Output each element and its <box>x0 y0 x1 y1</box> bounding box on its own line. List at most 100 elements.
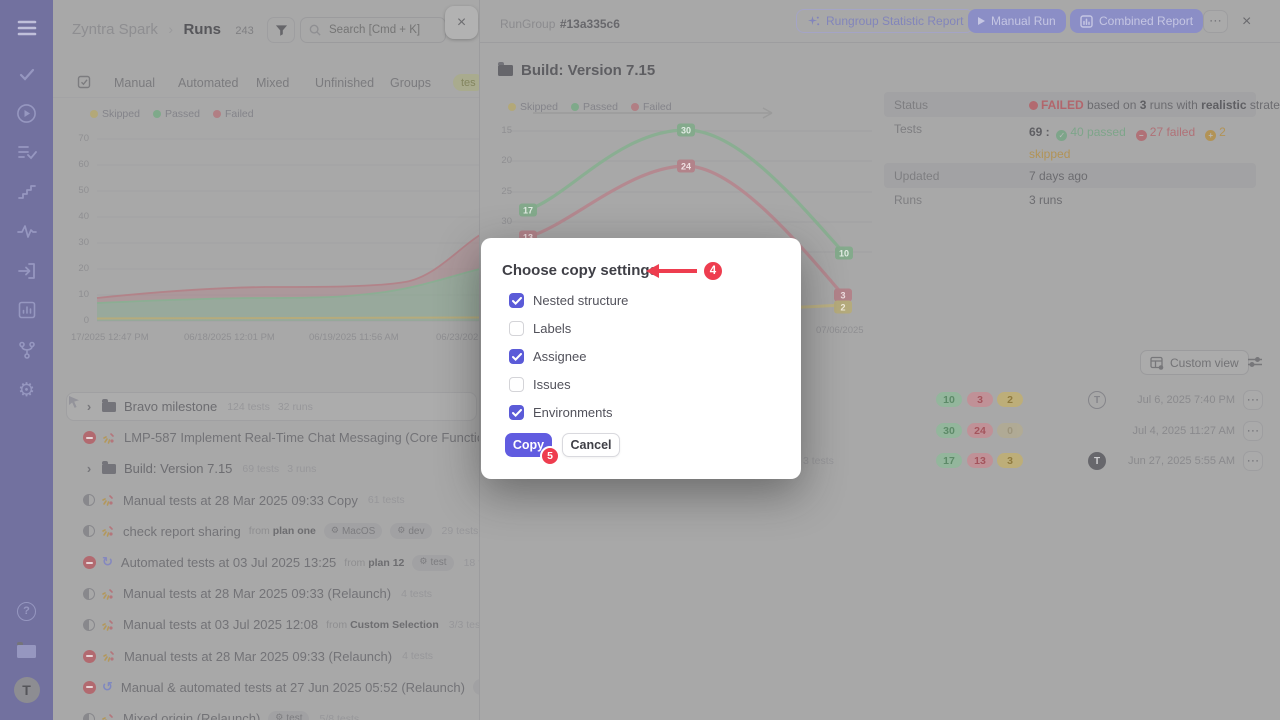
failed-pill: 24 <box>967 423 993 438</box>
summary-tests-row: Tests 69 : ✓40 passed −27 failed +2 skip… <box>884 122 1256 165</box>
breadcrumb-project[interactable]: Zyntra Spark <box>72 21 158 38</box>
run-title[interactable]: Bravo milestone <box>124 399 217 414</box>
tag-chip[interactable]: ⚙dev <box>390 523 431 539</box>
tab-manual[interactable]: Manual <box>114 76 155 90</box>
report-chart-icon[interactable] <box>0 297 53 323</box>
search-icon <box>309 24 321 36</box>
list-item[interactable]: check report sharingfrom plan one⚙MacOS⚙… <box>53 516 480 547</box>
list-item[interactable]: ↺Manual & automated tests at 27 Jun 2025… <box>53 672 480 703</box>
modal-title: Choose copy settings <box>502 262 658 279</box>
list-item[interactable]: Manual tests at 28 Mar 2025 09:33 (Relau… <box>53 641 480 672</box>
list-item[interactable]: ↻Automated tests at 03 Jul 2025 13:25fro… <box>53 547 480 578</box>
menu-icon[interactable] <box>0 15 53 41</box>
tag-chip[interactable]: ⚙MacOS <box>324 523 382 539</box>
gear-icon[interactable]: ⚙ <box>0 377 53 403</box>
run-title[interactable]: LMP-587 Implement Real-Time Chat Messagi… <box>124 430 480 445</box>
status-partial-icon <box>83 494 95 506</box>
chevron-right-icon[interactable]: › <box>82 461 96 476</box>
steps-icon[interactable] <box>0 179 53 205</box>
run-meta: 3 runs <box>287 463 316 475</box>
run-title[interactable]: Manual tests at 03 Jul 2025 12:08 <box>123 617 318 632</box>
run-title[interactable]: Automated tests at 03 Jul 2025 13:25 <box>121 555 336 570</box>
run-title[interactable]: Manual tests at 28 Mar 2025 09:33 Copy <box>123 493 358 508</box>
search-input-wrap <box>300 17 446 43</box>
passed-pill: 17 <box>936 453 962 468</box>
more-button[interactable]: ⋯ <box>1203 10 1228 33</box>
status-failed-icon <box>83 556 96 569</box>
help-icon[interactable]: ? <box>0 598 53 624</box>
run-meta: 32 runs <box>278 401 313 413</box>
checkbox-label[interactable]: Environments <box>533 405 612 420</box>
list-check-icon[interactable] <box>0 140 53 166</box>
sign-in-icon[interactable] <box>0 258 53 284</box>
tag-chip[interactable]: ⚙test <box>268 711 309 720</box>
sparkle-icon <box>807 15 820 28</box>
tag-chip[interactable]: ⚙test <box>412 555 453 571</box>
row-more-button[interactable]: ⋯ <box>1243 451 1263 471</box>
run-title[interactable]: Manual & automated tests at 27 Jun 2025 … <box>121 680 465 695</box>
xtick: 07/06/2025 <box>816 325 886 336</box>
row-more-button[interactable]: ⋯ <box>1243 421 1263 441</box>
runs-play-icon[interactable] <box>0 100 53 126</box>
ytick: 10 <box>53 289 89 300</box>
status-failed-icon <box>83 681 96 694</box>
folder-icon <box>102 464 116 474</box>
tab-unfinished[interactable]: Unfinished <box>315 76 374 90</box>
branch-icon[interactable] <box>0 337 53 363</box>
checkbox-label[interactable]: Assignee <box>533 349 586 364</box>
app-logo[interactable]: T <box>0 677 53 703</box>
projects-folder-icon[interactable] <box>0 638 53 664</box>
tab-mixed[interactable]: Mixed <box>256 76 289 90</box>
list-item[interactable]: ›Bravo milestone124 tests32 runs <box>53 391 480 422</box>
list-item[interactable]: ›Build: Version 7.1569 tests3 runs <box>53 453 480 484</box>
checkbox-checked[interactable] <box>509 293 524 308</box>
list-item[interactable]: Manual tests at 03 Jul 2025 12:08 from Cu… <box>53 609 480 640</box>
xtick: 06/19/2025 11:56 AM <box>309 332 399 343</box>
custom-view-button[interactable]: Custom view <box>1140 350 1249 375</box>
run-title[interactable]: Manual tests at 28 Mar 2025 09:33 (Relau… <box>124 649 392 664</box>
detail-close-button[interactable]: × <box>1242 13 1251 31</box>
checkbox-checked[interactable] <box>509 405 524 420</box>
checkbox-checked[interactable] <box>509 349 524 364</box>
copy-settings-modal: Choose copy settings Nested structure Lab… <box>481 238 801 479</box>
tab-chip-partial[interactable]: tes <box>453 74 480 91</box>
search-input[interactable] <box>327 23 437 37</box>
activity-icon[interactable] <box>0 218 53 244</box>
checkbox-label[interactable]: Issues <box>533 377 571 392</box>
filter-button[interactable] <box>267 17 295 43</box>
ytick: 30 <box>53 237 89 248</box>
ytick: 40 <box>53 211 89 222</box>
combined-report-button[interactable]: Combined Report <box>1070 9 1203 33</box>
ytick: 25 <box>480 186 512 197</box>
tab-groups[interactable]: Groups <box>390 76 431 90</box>
list-item[interactable]: Mixed origin (Relaunch)⚙test5/8 tests <box>53 703 480 720</box>
cancel-button[interactable]: Cancel <box>562 433 620 457</box>
sliders-icon[interactable] <box>1247 355 1263 374</box>
list-item[interactable]: Manual tests at 28 Mar 2025 09:33 Copy61… <box>53 485 480 516</box>
tab-automated[interactable]: Automated <box>178 76 238 90</box>
list-item[interactable]: Manual tests at 28 Mar 2025 09:33 (Relau… <box>53 578 480 609</box>
tab-board-icon[interactable] <box>77 75 91 94</box>
breadcrumb-page: Runs <box>183 21 221 38</box>
passed-pill: 10 <box>936 392 962 407</box>
point-label: 24 <box>677 160 695 173</box>
list-item[interactable]: LMP-587 Implement Real-Time Chat Messagi… <box>53 422 480 453</box>
run-from-label: from Custom Selection <box>326 619 439 631</box>
checkbox-unchecked[interactable] <box>509 377 524 392</box>
checkbox-label[interactable]: Nested structure <box>533 293 628 308</box>
run-title[interactable]: check report sharing <box>123 524 241 539</box>
chevron-right-icon[interactable]: › <box>82 399 96 414</box>
run-title[interactable]: Build: Version 7.15 <box>124 461 232 476</box>
checkbox-unchecked[interactable] <box>509 321 524 336</box>
checkbox-label[interactable]: Labels <box>533 321 571 336</box>
run-title[interactable]: Manual tests at 28 Mar 2025 09:33 (Relau… <box>123 586 391 601</box>
check-icon[interactable] <box>0 61 53 87</box>
panel-close-button[interactable]: × <box>445 6 478 39</box>
ytick: 70 <box>53 133 89 144</box>
manual-run-button[interactable]: Manual Run <box>968 9 1066 33</box>
run-title[interactable]: Mixed origin (Relaunch) <box>123 711 260 720</box>
statistic-report-button[interactable]: Rungroup Statistic Report <box>796 9 974 33</box>
row-more-button[interactable]: ⋯ <box>1243 390 1263 410</box>
ytick: 50 <box>53 185 89 196</box>
ytick: 30 <box>480 216 512 227</box>
